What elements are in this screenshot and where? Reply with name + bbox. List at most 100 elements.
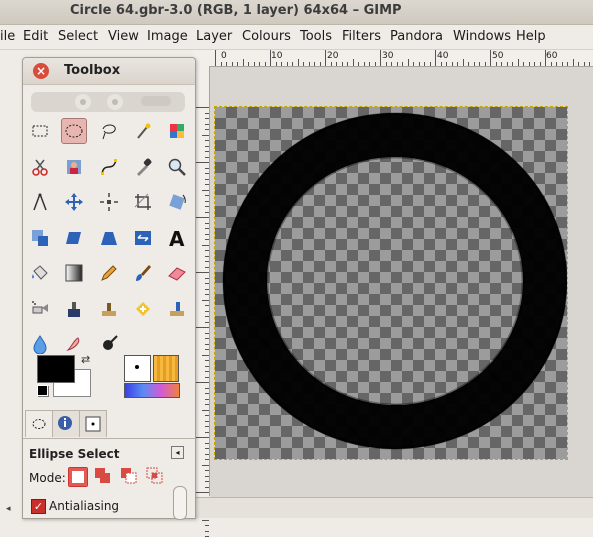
color-picker-icon[interactable]: [130, 154, 156, 180]
close-icon[interactable]: ×: [33, 63, 49, 79]
menu-tools[interactable]: Tools: [300, 29, 332, 44]
paintbrush-icon[interactable]: [130, 260, 156, 286]
airbrush-icon[interactable]: [27, 296, 53, 322]
align-icon[interactable]: [96, 189, 122, 215]
menu-image[interactable]: Image: [147, 29, 188, 44]
ruler-tick: [205, 200, 209, 202]
mode-replace-button[interactable]: [68, 467, 88, 487]
menu-edit[interactable]: Edit: [23, 29, 48, 44]
foreground-select-icon[interactable]: [61, 154, 87, 180]
svg-text:A: A: [169, 228, 185, 248]
move-icon[interactable]: [61, 189, 87, 215]
ruler-tick: [275, 62, 277, 66]
ruler-tick: [205, 525, 209, 526]
options-scrollbar[interactable]: [173, 486, 187, 520]
scroll-left-icon[interactable]: ◂: [6, 504, 16, 514]
ruler-tick: [424, 62, 425, 66]
clone-icon[interactable]: [96, 296, 122, 322]
menu-file[interactable]: ile: [0, 29, 15, 44]
ruler-tick: [517, 59, 519, 66]
antialiasing-checkbox[interactable]: ✓: [31, 499, 46, 514]
mode-add-button[interactable]: [94, 467, 112, 485]
ruler-tick: [363, 62, 365, 66]
blend-icon[interactable]: [61, 260, 87, 286]
scale-icon[interactable]: [27, 225, 53, 251]
dodge-burn-icon[interactable]: [96, 331, 122, 357]
perspective-clone-icon[interactable]: [164, 296, 190, 322]
ruler-tick: [264, 62, 266, 66]
paths-icon[interactable]: [96, 154, 122, 180]
ruler-tick: [336, 62, 337, 66]
menu-select[interactable]: Select: [58, 29, 98, 44]
menu-colours[interactable]: Colours: [242, 29, 291, 44]
ruler-tick: [205, 338, 209, 339]
ruler-tick: [341, 62, 343, 66]
fg-bg-colors[interactable]: ⇄: [37, 353, 93, 399]
ruler-tick: [205, 481, 209, 482]
window-title: Circle 64.gbr-3.0 (RGB, 1 layer) 64x64 –…: [70, 3, 402, 18]
menu-filters[interactable]: Filters: [342, 29, 381, 44]
menu-windows[interactable]: Windows: [453, 29, 511, 44]
rotate-icon[interactable]: [164, 189, 190, 215]
ruler-tick: [589, 62, 590, 66]
pattern-preview[interactable]: [153, 355, 179, 382]
ruler-tick: [358, 62, 359, 66]
ruler-tick: [242, 59, 244, 66]
measure-icon[interactable]: [27, 189, 53, 215]
shear-icon[interactable]: [61, 225, 87, 251]
ruler-tick: [440, 62, 442, 66]
ruler-tick: [512, 62, 513, 66]
ruler-tick: [270, 50, 271, 66]
swap-colors-icon[interactable]: ⇄: [81, 353, 90, 366]
foreground-color[interactable]: [37, 355, 75, 383]
fuzzy-select-icon[interactable]: [130, 118, 156, 144]
menu-layer[interactable]: Layer: [196, 29, 232, 44]
ruler-tick: [202, 464, 209, 466]
ruler-tick: [523, 62, 524, 66]
mode-subtract-button[interactable]: [120, 467, 138, 485]
rect-select-icon[interactable]: [27, 118, 53, 144]
ruler-tick: [501, 62, 502, 66]
ruler-label: 10: [271, 51, 283, 61]
ruler-label: 30: [382, 51, 394, 61]
menu-help[interactable]: Help: [516, 29, 546, 44]
ellipse-select-icon[interactable]: [61, 118, 88, 144]
ink-icon[interactable]: [61, 296, 87, 322]
lasso-icon[interactable]: [96, 118, 122, 144]
image-canvas[interactable]: [214, 106, 568, 460]
ruler-tick: [205, 222, 209, 224]
flip-icon[interactable]: [130, 225, 156, 251]
crop-icon[interactable]: [130, 189, 156, 215]
bucket-fill-icon[interactable]: [27, 260, 53, 286]
tab-brushes[interactable]: [79, 410, 107, 437]
collapse-icon[interactable]: ◂: [171, 446, 184, 459]
blur-icon[interactable]: [27, 331, 53, 357]
text-icon[interactable]: A: [164, 225, 190, 251]
ruler-tick: [534, 62, 535, 66]
ruler-tick: [435, 50, 436, 66]
zoom-icon[interactable]: [164, 154, 190, 180]
horizontal-scrollbar[interactable]: [193, 497, 593, 518]
tab-device-status[interactable]: [52, 410, 80, 437]
ruler-tick: [281, 62, 282, 66]
default-colors-icon[interactable]: [37, 385, 48, 396]
mode-intersect-button[interactable]: [146, 467, 164, 485]
horizontal-ruler[interactable]: 0 10 20 30 40 50 60: [193, 50, 593, 67]
ruler-tick: [561, 62, 563, 66]
menu-view[interactable]: View: [108, 29, 139, 44]
tab-tool-options[interactable]: [25, 410, 53, 437]
select-by-color-icon[interactable]: [164, 118, 190, 144]
ruler-tick: [205, 448, 209, 449]
brush-preview[interactable]: [124, 355, 151, 382]
perspective-icon[interactable]: [96, 225, 122, 251]
ruler-tick: [205, 305, 209, 306]
menu-pandora[interactable]: Pandora: [390, 29, 443, 44]
pencil-icon[interactable]: [96, 260, 122, 286]
gradient-preview[interactable]: [124, 383, 180, 398]
ruler-tick: [479, 62, 480, 66]
ruler-label: 20: [327, 51, 339, 61]
heal-icon[interactable]: [130, 296, 156, 322]
ruler-label: 0: [221, 51, 227, 61]
eraser-icon[interactable]: [164, 260, 190, 286]
scissors-icon[interactable]: [27, 154, 53, 180]
